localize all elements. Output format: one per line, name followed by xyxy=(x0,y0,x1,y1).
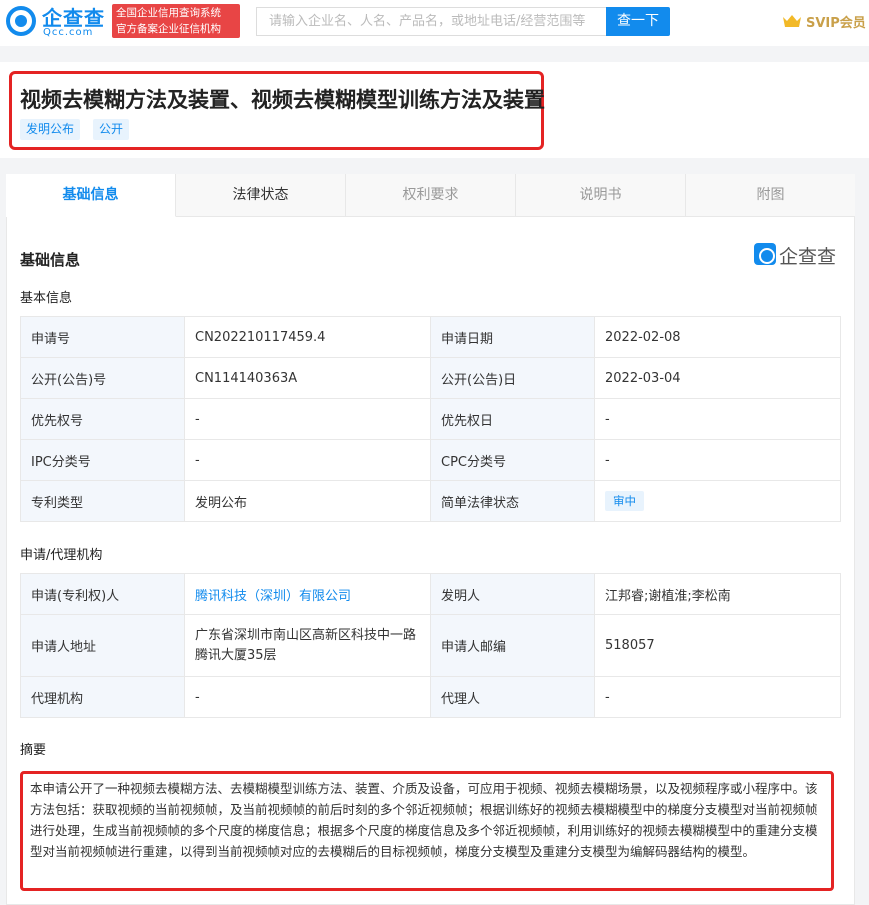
tab-basic-info[interactable]: 基础信息 xyxy=(6,174,176,217)
value-inventor: 江邦睿;谢植淮;李松南 xyxy=(594,573,841,615)
official-badge: 全国企业信用查询系统 官方备案企业征信机构 xyxy=(112,4,240,38)
value-legal-status-cell: 审中 xyxy=(594,480,841,522)
svip-link[interactable]: SVIP会员 xyxy=(806,12,866,31)
patent-title: 视频去模糊方法及装置、视频去模糊模型训练方法及装置 xyxy=(20,88,545,112)
table-row: 申请号 CN202210117459.4 申请日期 2022-02-08 xyxy=(20,316,841,358)
value-application-no: CN202210117459.4 xyxy=(184,316,431,358)
basic-subtitle: 基本信息 xyxy=(20,291,73,306)
label-publication-no: 公开(公告)号 xyxy=(20,357,185,399)
label-postcode: 申请人邮编 xyxy=(430,614,595,677)
top-bar: 企查查 Qcc.com 全国企业信用查询系统 官方备案企业征信机构 请输入企业名… xyxy=(0,0,869,46)
value-patent-type: 发明公布 xyxy=(184,480,431,522)
tab-claims[interactable]: 权利要求 xyxy=(346,174,516,217)
value-applicant-cell: 腾讯科技（深圳）有限公司 xyxy=(184,573,431,615)
label-agent: 代理人 xyxy=(430,676,595,718)
tab-description[interactable]: 说明书 xyxy=(516,174,686,217)
value-ipc: - xyxy=(184,439,431,481)
address-line-2: 腾讯大厦35层 xyxy=(195,647,277,663)
basic-info-table: 申请号 CN202210117459.4 申请日期 2022-02-08 公开(… xyxy=(20,316,841,522)
value-publication-date: 2022-03-04 xyxy=(594,357,841,399)
crown-icon xyxy=(783,15,801,27)
watermark-text: 企查查 xyxy=(779,246,837,268)
label-cpc: CPC分类号 xyxy=(430,439,595,481)
label-priority-no: 优先权号 xyxy=(20,398,185,440)
abstract-text: 本申请公开了一种视频去模糊方法、去模糊模型训练方法、装置、介质及设备，可应用于视… xyxy=(30,781,818,859)
value-address: 广东省深圳市南山区高新区科技中一路 腾讯大厦35层 xyxy=(184,614,431,677)
label-application-date: 申请日期 xyxy=(430,316,595,358)
value-application-date: 2022-02-08 xyxy=(594,316,841,358)
label-priority-date: 优先权日 xyxy=(430,398,595,440)
status-badge: 审中 xyxy=(605,491,644,511)
tag-status: 公开 xyxy=(93,119,130,140)
applicant-link[interactable]: 腾讯科技（深圳）有限公司 xyxy=(195,589,351,604)
label-applicant: 申请(专利权)人 xyxy=(20,573,185,615)
table-row: 申请(专利权)人 腾讯科技（深圳）有限公司 发明人 江邦睿;谢植淮;李松南 xyxy=(20,573,841,615)
label-patent-type: 专利类型 xyxy=(20,480,185,522)
tab-bar: 基础信息 法律状态 权利要求 说明书 附图 xyxy=(6,174,855,217)
search-button[interactable]: 查一下 xyxy=(606,7,670,36)
search-input[interactable]: 请输入企业名、人名、产品名，或地址电话/经营范围等 xyxy=(256,7,607,36)
agency-table: 申请(专利权)人 腾讯科技（深圳）有限公司 发明人 江邦睿;谢植淮;李松南 申请… xyxy=(20,573,841,718)
label-address: 申请人地址 xyxy=(20,614,185,677)
table-row: 优先权号 - 优先权日 - xyxy=(20,398,841,440)
table-row: 申请人地址 广东省深圳市南山区高新区科技中一路 腾讯大厦35层 申请人邮编 51… xyxy=(20,614,841,677)
address-line-1: 广东省深圳市南山区高新区科技中一路 xyxy=(195,627,417,643)
value-agency: - xyxy=(184,676,431,718)
tab-legal-status[interactable]: 法律状态 xyxy=(176,174,346,217)
table-row: 专利类型 发明公布 简单法律状态 审中 xyxy=(20,480,841,522)
watermark-icon xyxy=(754,243,776,265)
badge-line-2: 官方备案企业征信机构 xyxy=(116,23,221,35)
section-title: 基础信息 xyxy=(20,251,81,269)
table-row: IPC分类号 - CPC分类号 - xyxy=(20,439,841,481)
label-ipc: IPC分类号 xyxy=(20,439,185,481)
tag-type: 发明公布 xyxy=(20,119,81,140)
label-agency: 代理机构 xyxy=(20,676,185,718)
label-application-no: 申请号 xyxy=(20,316,185,358)
value-publication-no: CN114140363A xyxy=(184,357,431,399)
table-row: 代理机构 - 代理人 - xyxy=(20,676,841,718)
value-priority-no: - xyxy=(184,398,431,440)
label-legal-status: 简单法律状态 xyxy=(430,480,595,522)
table-row: 公开(公告)号 CN114140363A 公开(公告)日 2022-03-04 xyxy=(20,357,841,399)
logo-icon[interactable] xyxy=(6,6,36,36)
value-agent: - xyxy=(594,676,841,718)
value-postcode: 518057 xyxy=(594,614,841,677)
tab-drawings[interactable]: 附图 xyxy=(686,174,855,217)
badge-line-1: 全国企业信用查询系统 xyxy=(116,7,221,19)
label-inventor: 发明人 xyxy=(430,573,595,615)
label-publication-date: 公开(公告)日 xyxy=(430,357,595,399)
agency-subtitle: 申请/代理机构 xyxy=(20,548,103,563)
abstract-subtitle: 摘要 xyxy=(20,743,47,758)
value-cpc: - xyxy=(594,439,841,481)
logo-domain: Qcc.com xyxy=(43,27,94,38)
value-priority-date: - xyxy=(594,398,841,440)
